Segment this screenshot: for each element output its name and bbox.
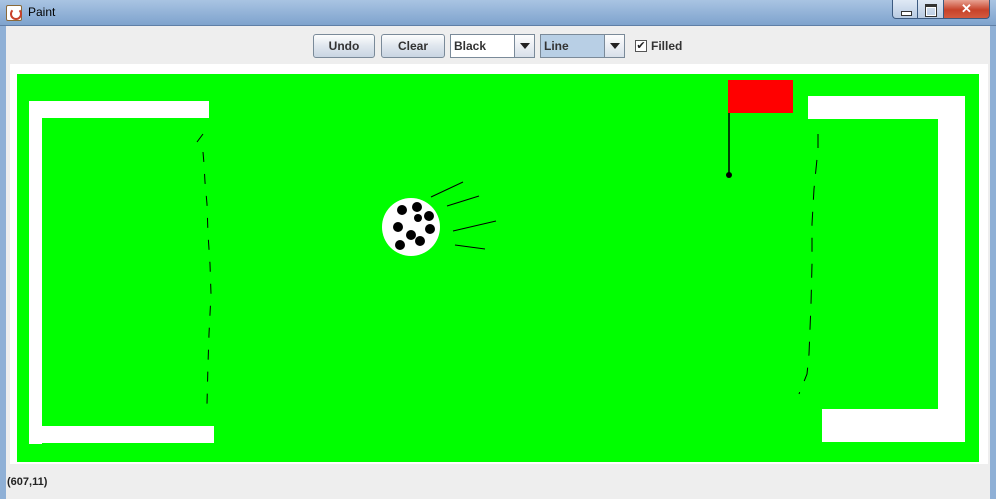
maximize-button[interactable] xyxy=(918,0,944,19)
ball-spot xyxy=(414,214,422,222)
right-goal-bottom-bar xyxy=(822,409,965,442)
java-app-icon xyxy=(6,5,22,21)
drawing-canvas[interactable] xyxy=(10,64,988,464)
window-controls xyxy=(892,0,990,19)
toolbar: Undo Clear Black Line ✔ Filled xyxy=(6,26,990,64)
undo-button[interactable]: Undo xyxy=(313,34,375,58)
ball-spot xyxy=(395,240,405,250)
ball-spot xyxy=(415,236,425,246)
filled-label: Filled xyxy=(651,39,683,53)
left-goal-bottom-bar xyxy=(29,426,214,443)
ball-spot xyxy=(406,230,416,240)
window-frame: Undo Clear Black Line ✔ Filled (607,11) xyxy=(0,26,996,499)
ball-spot xyxy=(425,224,435,234)
title-bar: Paint xyxy=(0,0,996,26)
ball-spot xyxy=(412,202,422,212)
shape-select-value: Line xyxy=(544,39,569,53)
ball-spot xyxy=(424,211,434,221)
window-title: Paint xyxy=(28,5,56,19)
close-button[interactable] xyxy=(944,0,990,19)
ball-spot xyxy=(393,222,403,232)
cursor-coordinates: (607,11) xyxy=(7,476,48,488)
flag xyxy=(728,80,793,113)
status-bar: (607,11) xyxy=(6,470,990,499)
clear-button[interactable]: Clear xyxy=(381,34,445,58)
right-goal-post xyxy=(938,96,965,442)
field-background xyxy=(17,74,979,462)
left-goal-post xyxy=(29,101,42,444)
ball-spot xyxy=(397,205,407,215)
shape-select[interactable]: Line xyxy=(540,34,625,58)
color-select-value: Black xyxy=(454,39,487,53)
left-goal-top-bar xyxy=(29,101,209,118)
minimize-button[interactable] xyxy=(892,0,918,19)
filled-checkbox[interactable]: ✔ xyxy=(635,40,647,52)
color-select[interactable]: Black xyxy=(450,34,535,58)
drawing-surface[interactable] xyxy=(10,64,988,464)
chevron-down-icon[interactable] xyxy=(514,35,534,57)
flag-base xyxy=(726,172,732,178)
chevron-down-icon[interactable] xyxy=(604,35,624,57)
